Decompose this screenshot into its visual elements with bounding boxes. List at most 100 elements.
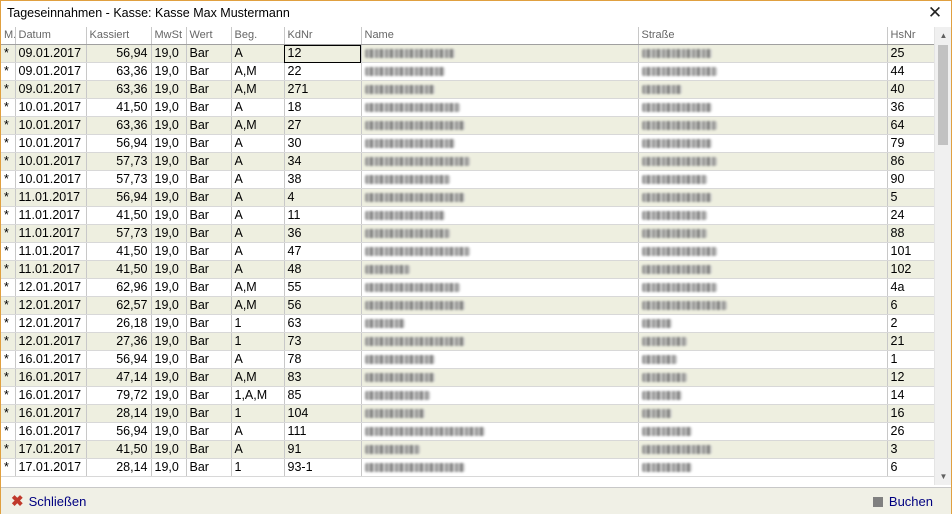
reason-cell[interactable]: 1 <box>231 332 285 351</box>
payment-type-cell[interactable]: Bar <box>186 152 232 171</box>
table-row[interactable]: * 16.01.2017 56,94 19,0 Bar A 78 1 <box>1 350 934 369</box>
payment-type-cell[interactable]: Bar <box>186 314 232 333</box>
house-number-cell[interactable]: 6 <box>887 296 934 315</box>
name-cell[interactable] <box>361 206 639 225</box>
table-row[interactable]: * 10.01.2017 57,73 19,0 Bar A 38 90 <box>1 170 934 189</box>
name-cell[interactable] <box>361 170 639 189</box>
name-cell[interactable] <box>361 44 639 63</box>
name-cell[interactable] <box>361 188 639 207</box>
row-marker[interactable]: * <box>1 188 16 207</box>
date-cell[interactable]: 10.01.2017 <box>15 98 87 117</box>
street-cell[interactable] <box>638 260 888 279</box>
name-cell[interactable] <box>361 458 639 477</box>
vat-cell[interactable]: 19,0 <box>151 332 187 351</box>
close-icon[interactable]: ✕ <box>925 3 945 23</box>
table-row[interactable]: * 11.01.2017 41,50 19,0 Bar A 48 102 <box>1 260 934 279</box>
house-number-cell[interactable]: 24 <box>887 206 934 225</box>
column-header[interactable]: KdNr <box>284 27 362 45</box>
vat-cell[interactable]: 19,0 <box>151 224 187 243</box>
amount-cell[interactable]: 41,50 <box>86 440 152 459</box>
house-number-cell[interactable]: 44 <box>887 62 934 81</box>
payment-type-cell[interactable]: Bar <box>186 242 232 261</box>
amount-cell[interactable]: 27,36 <box>86 332 152 351</box>
row-marker[interactable]: * <box>1 422 16 441</box>
date-cell[interactable]: 16.01.2017 <box>15 404 87 423</box>
row-marker[interactable]: * <box>1 134 16 153</box>
column-header[interactable]: M. <box>1 27 16 45</box>
date-cell[interactable]: 11.01.2017 <box>15 206 87 225</box>
vat-cell[interactable]: 19,0 <box>151 116 187 135</box>
customer-number-cell[interactable]: 83 <box>284 368 362 387</box>
name-cell[interactable] <box>361 332 639 351</box>
table-row[interactable]: * 11.01.2017 41,50 19,0 Bar A 47 101 <box>1 242 934 261</box>
customer-number-cell[interactable]: 93-1 <box>284 458 362 477</box>
row-marker[interactable]: * <box>1 170 16 189</box>
reason-cell[interactable]: A <box>231 422 285 441</box>
amount-cell[interactable]: 57,73 <box>86 170 152 189</box>
house-number-cell[interactable]: 6 <box>887 458 934 477</box>
payment-type-cell[interactable]: Bar <box>186 62 232 81</box>
row-marker[interactable]: * <box>1 62 16 81</box>
row-marker[interactable]: * <box>1 404 16 423</box>
street-cell[interactable] <box>638 386 888 405</box>
amount-cell[interactable]: 56,94 <box>86 44 152 63</box>
customer-number-cell[interactable]: 85 <box>284 386 362 405</box>
date-cell[interactable]: 09.01.2017 <box>15 62 87 81</box>
name-cell[interactable] <box>361 242 639 261</box>
name-cell[interactable] <box>361 134 639 153</box>
amount-cell[interactable]: 56,94 <box>86 134 152 153</box>
column-header[interactable]: HsNr <box>887 27 934 45</box>
name-cell[interactable] <box>361 404 639 423</box>
street-cell[interactable] <box>638 422 888 441</box>
customer-number-cell[interactable]: 4 <box>284 188 362 207</box>
row-marker[interactable]: * <box>1 242 16 261</box>
table-row[interactable]: * 17.01.2017 41,50 19,0 Bar A 91 3 <box>1 440 934 459</box>
customer-number-cell[interactable]: 30 <box>284 134 362 153</box>
vat-cell[interactable]: 19,0 <box>151 98 187 117</box>
street-cell[interactable] <box>638 242 888 261</box>
vat-cell[interactable]: 19,0 <box>151 44 187 63</box>
house-number-cell[interactable]: 16 <box>887 404 934 423</box>
close-button[interactable]: ✖ Schließen <box>11 494 86 510</box>
date-cell[interactable]: 10.01.2017 <box>15 152 87 171</box>
payment-type-cell[interactable]: Bar <box>186 260 232 279</box>
street-cell[interactable] <box>638 206 888 225</box>
row-marker[interactable]: * <box>1 260 16 279</box>
amount-cell[interactable]: 56,94 <box>86 188 152 207</box>
amount-cell[interactable]: 41,50 <box>86 260 152 279</box>
vat-cell[interactable]: 19,0 <box>151 188 187 207</box>
vat-cell[interactable]: 19,0 <box>151 62 187 81</box>
street-cell[interactable] <box>638 170 888 189</box>
row-marker[interactable]: * <box>1 80 16 99</box>
payment-type-cell[interactable]: Bar <box>186 332 232 351</box>
amount-cell[interactable]: 56,94 <box>86 422 152 441</box>
customer-number-cell[interactable]: 18 <box>284 98 362 117</box>
date-cell[interactable]: 11.01.2017 <box>15 224 87 243</box>
name-cell[interactable] <box>361 350 639 369</box>
table-row[interactable]: * 09.01.2017 63,36 19,0 Bar A,M 22 44 <box>1 62 934 81</box>
date-cell[interactable]: 11.01.2017 <box>15 242 87 261</box>
street-cell[interactable] <box>638 224 888 243</box>
table-row[interactable]: * 12.01.2017 26,18 19,0 Bar 1 63 2 <box>1 314 934 333</box>
house-number-cell[interactable]: 88 <box>887 224 934 243</box>
house-number-cell[interactable]: 25 <box>887 44 934 63</box>
row-marker[interactable]: * <box>1 98 16 117</box>
scroll-down-arrow-icon[interactable]: ▼ <box>935 468 952 485</box>
row-marker[interactable]: * <box>1 152 16 171</box>
street-cell[interactable] <box>638 404 888 423</box>
row-marker[interactable]: * <box>1 296 16 315</box>
date-cell[interactable]: 10.01.2017 <box>15 134 87 153</box>
table-row[interactable]: * 10.01.2017 63,36 19,0 Bar A,M 27 64 <box>1 116 934 135</box>
reason-cell[interactable]: A <box>231 44 285 63</box>
customer-number-cell[interactable]: 48 <box>284 260 362 279</box>
table-row[interactable]: * 11.01.2017 41,50 19,0 Bar A 11 24 <box>1 206 934 225</box>
house-number-cell[interactable]: 14 <box>887 386 934 405</box>
street-cell[interactable] <box>638 440 888 459</box>
vat-cell[interactable]: 19,0 <box>151 368 187 387</box>
table-row[interactable]: * 10.01.2017 41,50 19,0 Bar A 18 36 <box>1 98 934 117</box>
column-header[interactable]: Wert <box>186 27 232 45</box>
table-row[interactable]: * 16.01.2017 56,94 19,0 Bar A 111 26 <box>1 422 934 441</box>
date-cell[interactable]: 10.01.2017 <box>15 116 87 135</box>
house-number-cell[interactable]: 4a <box>887 278 934 297</box>
street-cell[interactable] <box>638 44 888 63</box>
